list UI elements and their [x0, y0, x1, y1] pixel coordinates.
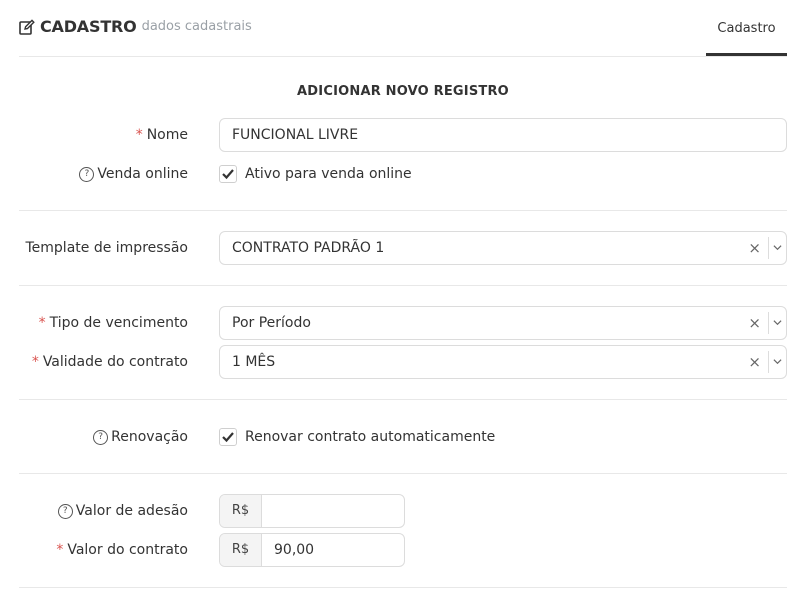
required-mark: *	[38, 315, 46, 331]
valor-contrato-input-group: R$ 90,00	[219, 533, 405, 567]
section-divider	[19, 285, 787, 286]
nome-label-text: Nome	[146, 127, 188, 143]
chevron-down-icon[interactable]	[773, 357, 782, 366]
currency-addon: R$	[220, 495, 262, 527]
page-title: CADASTRO	[40, 17, 137, 36]
page-header: CADASTRO dados cadastrais Cadastro	[19, 0, 787, 57]
page-subtitle: dados cadastrais	[141, 19, 252, 34]
venda-online-checkbox[interactable]: Ativo para venda online	[219, 165, 412, 183]
nome-label: * Nome	[136, 127, 188, 143]
check-icon	[222, 169, 234, 180]
tipo-vencimento-label-text: Tipo de vencimento	[49, 315, 188, 331]
template-select[interactable]: CONTRATO PADRÃO 1 ×	[219, 231, 787, 265]
required-mark: *	[31, 354, 39, 370]
valor-adesao-input[interactable]	[262, 495, 404, 527]
clear-icon[interactable]: ×	[748, 346, 761, 378]
valor-adesao-input-group: R$	[219, 494, 405, 528]
help-circle-icon[interactable]: ?	[57, 503, 73, 519]
valor-contrato-input[interactable]: 90,00	[262, 534, 404, 566]
clear-icon[interactable]: ×	[748, 232, 761, 264]
venda-online-label-text: Venda online	[97, 166, 188, 182]
checkbox-box[interactable]	[219, 165, 237, 183]
section-divider	[19, 587, 787, 588]
template-label: Template de impressão	[26, 240, 189, 256]
template-select-value: CONTRATO PADRÃO 1	[232, 240, 385, 256]
nome-input[interactable]: FUNCIONAL LIVRE	[219, 118, 787, 152]
edit-icon	[19, 18, 35, 35]
section-divider	[19, 399, 787, 400]
valor-adesao-label: ? Valor de adesão	[57, 503, 188, 519]
currency-addon: R$	[220, 534, 262, 566]
validade-select[interactable]: 1 MÊS ×	[219, 345, 787, 379]
help-circle-icon[interactable]: ?	[93, 429, 109, 445]
venda-online-checkbox-label: Ativo para venda online	[245, 166, 412, 182]
tab-cadastro[interactable]: Cadastro	[706, 0, 787, 56]
required-mark: *	[56, 542, 64, 558]
section-title: ADICIONAR NOVO REGISTRO	[297, 84, 509, 99]
chevron-down-icon[interactable]	[773, 318, 782, 327]
template-label-text: Template de impressão	[25, 240, 189, 256]
venda-online-label: ? Venda online	[79, 166, 188, 182]
select-separator	[768, 312, 769, 334]
valor-contrato-label-text: Valor do contrato	[67, 542, 188, 558]
clear-icon[interactable]: ×	[748, 307, 761, 339]
renovacao-checkbox[interactable]: Renovar contrato automaticamente	[219, 428, 495, 446]
tipo-vencimento-select-value: Por Período	[232, 315, 311, 331]
valor-adesao-label-text: Valor de adesão	[75, 503, 188, 519]
renovacao-label-text: Renovação	[111, 429, 188, 445]
select-separator	[768, 237, 769, 259]
chevron-down-icon[interactable]	[773, 243, 782, 252]
select-separator	[768, 351, 769, 373]
checkbox-box[interactable]	[219, 428, 237, 446]
validade-label: * Validade do contrato	[32, 354, 188, 370]
page-title-group: CADASTRO dados cadastrais	[19, 17, 252, 36]
section-divider	[19, 473, 787, 474]
validade-label-text: Validade do contrato	[42, 354, 188, 370]
renovacao-label: ? Renovação	[93, 429, 188, 445]
required-mark: *	[135, 127, 143, 143]
tipo-vencimento-select[interactable]: Por Período ×	[219, 306, 787, 340]
valor-contrato-label: * Valor do contrato	[56, 542, 188, 558]
section-divider	[19, 210, 787, 211]
renovacao-checkbox-label: Renovar contrato automaticamente	[245, 429, 496, 445]
check-icon	[222, 432, 234, 443]
tipo-vencimento-label: * Tipo de vencimento	[39, 315, 188, 331]
validade-select-value: 1 MÊS	[232, 354, 276, 370]
help-circle-icon[interactable]: ?	[79, 166, 95, 182]
